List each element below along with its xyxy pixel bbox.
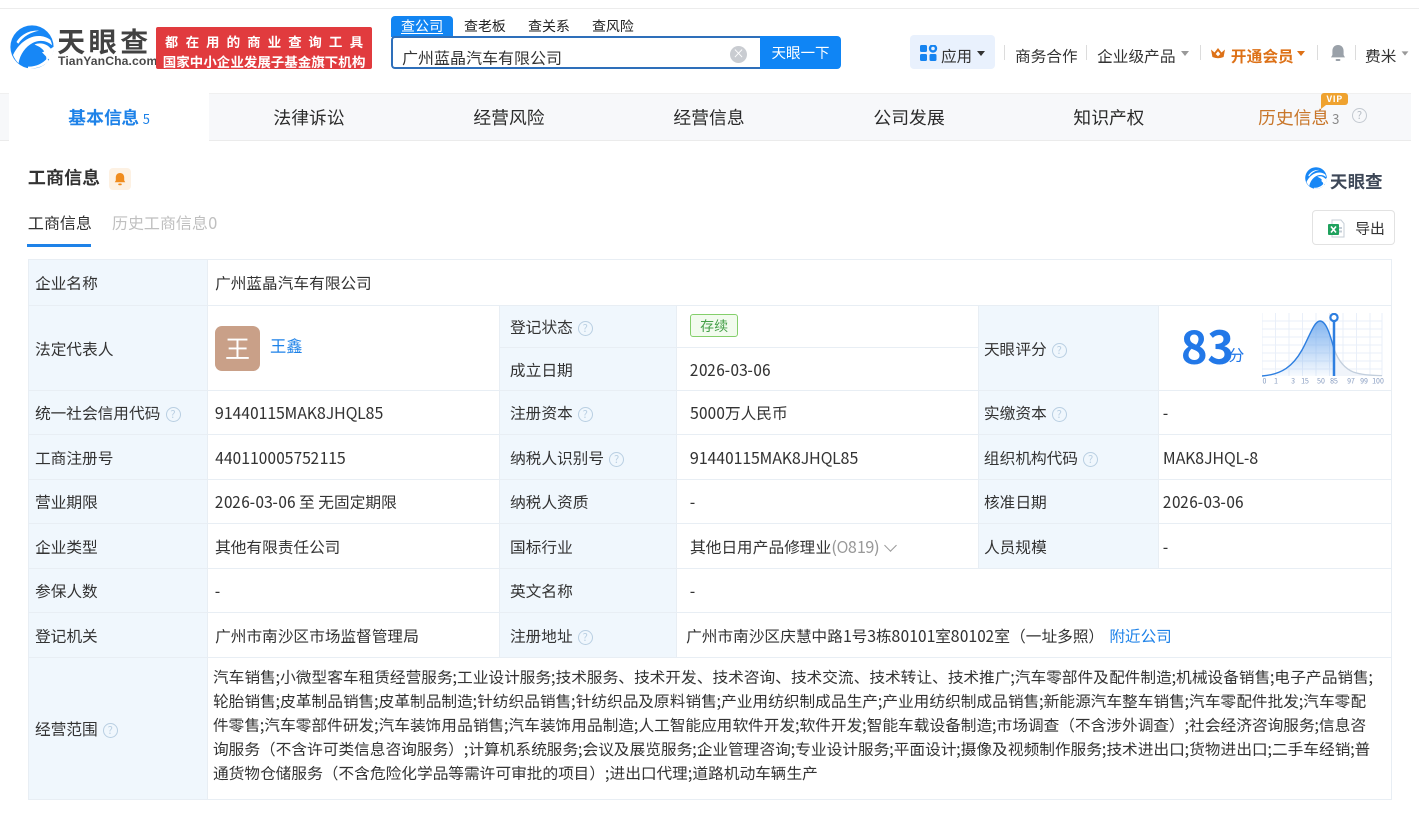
svg-text:3: 3 [1291,377,1295,386]
svg-text:100: 100 [1372,377,1384,386]
svg-text:85: 85 [1330,377,1338,386]
svg-text:50: 50 [1317,377,1325,386]
svg-text:15: 15 [1301,377,1309,386]
svg-text:99: 99 [1360,377,1368,386]
svg-text:0: 0 [1263,377,1267,386]
svg-text:97: 97 [1347,377,1355,386]
svg-text:1: 1 [1274,377,1278,386]
